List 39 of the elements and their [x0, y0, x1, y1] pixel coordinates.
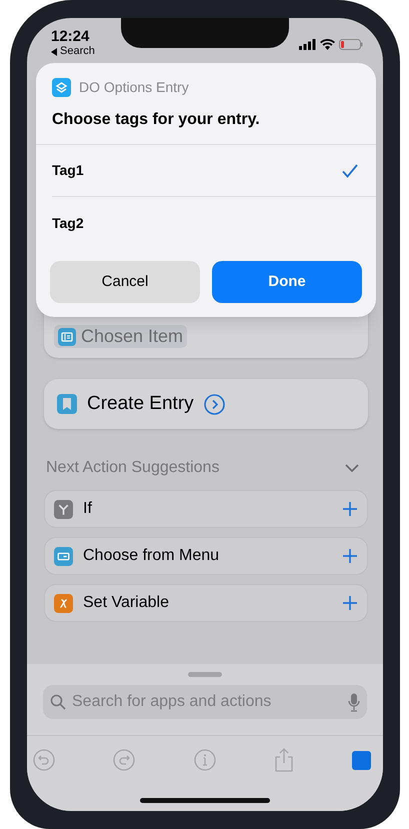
search-icon — [50, 694, 66, 710]
suggestion-label: If — [83, 499, 93, 519]
search-field[interactable]: Search for apps and actions — [72, 690, 342, 714]
dialog-prompt: Choose tags for your entry. — [51, 110, 261, 130]
stop-button[interactable] — [352, 750, 371, 770]
action-title: Create Entry — [87, 392, 194, 416]
action-card[interactable]: Create Entry — [44, 379, 368, 429]
suggestion-row[interactable]: Set Variable — [44, 584, 368, 622]
option-row[interactable]: Tag2 — [52, 197, 376, 249]
bookmark-icon — [57, 394, 77, 414]
battery-icon — [339, 38, 363, 50]
suggestion-label: Set Variable — [83, 593, 170, 613]
plus-icon[interactable] — [342, 548, 358, 564]
menu-icon — [58, 328, 76, 346]
checkmark-icon — [342, 164, 358, 178]
suggestion-label: Choose from Menu — [83, 546, 220, 566]
done-button[interactable]: Done — [212, 261, 362, 303]
suggestion-row[interactable]: Choose from Menu — [44, 537, 368, 575]
section-header: Next Action Suggestions — [46, 458, 220, 478]
app-icon — [52, 78, 71, 97]
sheet-handle[interactable] — [188, 672, 222, 677]
chevron-circle-icon[interactable] — [204, 394, 225, 414]
plus-icon[interactable] — [342, 501, 358, 517]
redo-icon[interactable] — [113, 749, 136, 771]
back-link[interactable]: Search — [51, 45, 95, 58]
option-row[interactable]: Tag1 — [52, 145, 376, 197]
app-name: DO Options Entry — [79, 78, 189, 97]
suggestion-row[interactable]: If — [44, 490, 368, 528]
back-arrow-icon — [51, 48, 58, 56]
undo-icon[interactable] — [33, 749, 55, 771]
search-bar[interactable]: Search for apps and actions — [43, 685, 367, 719]
info-icon[interactable] — [194, 749, 216, 771]
share-icon[interactable] — [274, 748, 294, 772]
wifi-icon — [320, 38, 335, 50]
signal-icon — [299, 38, 316, 50]
microphone-icon[interactable] — [348, 692, 360, 712]
plus-icon[interactable] — [342, 595, 358, 611]
status-time: 12:24 — [51, 28, 90, 45]
cancel-button[interactable]: Cancel — [50, 261, 200, 303]
